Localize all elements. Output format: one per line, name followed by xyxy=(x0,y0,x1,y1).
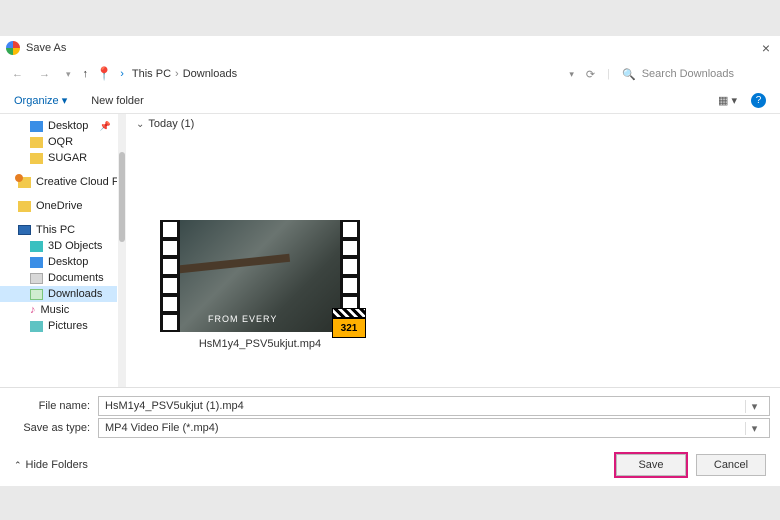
save-as-dialog: Save As × ← → ▾ ↑ 📍 › This PC › Download… xyxy=(0,36,780,486)
savetype-select[interactable]: MP4 Video File (*.mp4) ▾ xyxy=(98,418,770,438)
sidebar-item-pictures[interactable]: Pictures xyxy=(0,318,117,334)
sidebar-item-onedrive[interactable]: OneDrive xyxy=(0,198,117,214)
file-list[interactable]: ⌄ Today (1) FROM EVERY 321 xyxy=(126,114,780,387)
breadcrumb-downloads[interactable]: Downloads xyxy=(183,68,237,80)
search-icon: 🔍 xyxy=(622,68,636,81)
savetype-label: Save as type: xyxy=(10,422,98,434)
history-dropdown-icon[interactable]: ▾ xyxy=(569,69,574,80)
group-header-today[interactable]: ⌄ Today (1) xyxy=(136,118,770,130)
sidebar-item-downloads[interactable]: Downloads xyxy=(0,286,117,302)
search-placeholder: Search Downloads xyxy=(642,68,734,80)
chevron-down-icon[interactable]: ▾ xyxy=(745,400,763,413)
file-item[interactable]: FROM EVERY 321 HsM1y4_PSV5ukjut.mp4 xyxy=(160,220,360,350)
help-icon[interactable]: ? xyxy=(751,93,766,108)
sidebar-item-3dobjects[interactable]: 3D Objects xyxy=(0,238,117,254)
save-button[interactable]: Save xyxy=(616,454,686,476)
fields-area: File name: HsM1y4_PSV5ukjut (1).mp4 ▾ Sa… xyxy=(0,387,780,444)
sidebar-item-documents[interactable]: Documents xyxy=(0,270,117,286)
breadcrumb[interactable]: This PC › Downloads xyxy=(132,68,562,80)
sidebar-scrollbar[interactable] xyxy=(118,114,126,387)
chevron-up-icon: ⌃ xyxy=(14,460,22,471)
pin-icon: 📍 xyxy=(96,66,112,82)
sidebar-item-thispc[interactable]: This PC xyxy=(0,222,117,238)
sidebar-item-desktop[interactable]: Desktop xyxy=(0,254,117,270)
nav-row: ← → ▾ ↑ 📍 › This PC › Downloads ▾ ⟳ | 🔍 … xyxy=(0,60,780,88)
toolbar: Organize ▾ New folder ▦ ▾ ? xyxy=(0,88,780,114)
new-folder-button[interactable]: New folder xyxy=(91,95,144,107)
refresh-icon[interactable]: ⟳ xyxy=(586,68,595,81)
sidebar-item-oqr[interactable]: OQR xyxy=(0,134,117,150)
sidebar-item-music[interactable]: ♪Music xyxy=(0,302,117,318)
window-title: Save As xyxy=(26,42,758,54)
chevron-down-icon[interactable]: ▾ xyxy=(745,422,763,435)
search-input[interactable]: 🔍 Search Downloads xyxy=(622,68,772,81)
file-name-label: HsM1y4_PSV5ukjut.mp4 xyxy=(160,338,360,350)
up-button[interactable]: ↑ xyxy=(83,68,89,80)
chevron-down-icon: ⌄ xyxy=(136,119,144,130)
video-thumbnail: FROM EVERY 321 xyxy=(160,220,360,332)
chevron-right-icon: › xyxy=(175,68,179,80)
sidebar-item-desktop-qa[interactable]: Desktop📌 xyxy=(0,118,117,134)
view-options-button[interactable]: ▦ ▾ xyxy=(718,94,737,107)
recent-dropdown[interactable]: ▾ xyxy=(62,67,75,82)
chrome-icon xyxy=(6,41,20,55)
breadcrumb-thispc[interactable]: This PC xyxy=(132,68,171,80)
sidebar-item-sugar[interactable]: SUGAR xyxy=(0,150,117,166)
sidebar-item-creativecloud[interactable]: Creative Cloud Fi xyxy=(0,174,117,190)
titlebar: Save As × xyxy=(0,36,780,60)
filename-label: File name: xyxy=(10,400,98,412)
back-button[interactable]: ← xyxy=(8,66,27,82)
sidebar: Desktop📌 OQR SUGAR Creative Cloud Fi One… xyxy=(0,114,118,387)
mpc-overlay-icon: 321 xyxy=(332,308,366,338)
forward-button[interactable]: → xyxy=(35,66,54,82)
organize-button[interactable]: Organize ▾ xyxy=(14,94,67,107)
filename-input[interactable]: HsM1y4_PSV5ukjut (1).mp4 ▾ xyxy=(98,396,770,416)
footer: ⌃ Hide Folders Save Cancel xyxy=(0,444,780,486)
hide-folders-button[interactable]: ⌃ Hide Folders xyxy=(14,459,88,471)
cancel-button[interactable]: Cancel xyxy=(696,454,766,476)
close-icon[interactable]: × xyxy=(758,40,774,56)
